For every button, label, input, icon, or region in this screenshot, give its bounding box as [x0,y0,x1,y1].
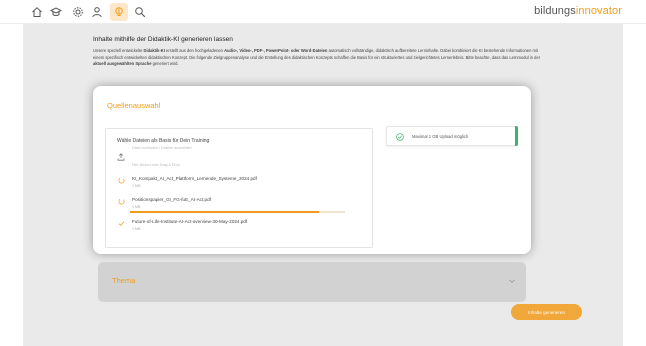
notice-status-bar [515,126,518,146]
upload-progress-fill [130,211,320,213]
upload-icon[interactable] [117,153,125,161]
upload-hint: Datei hochladen / Dateien auswählen [132,146,192,150]
generate-content-button[interactable]: Inhalte generieren [511,304,582,320]
gear-icon[interactable] [71,5,85,19]
check-circle-icon [396,133,404,141]
upload-progress-bar [130,211,345,213]
file-upload-dropzone[interactable]: Wähle Dateien als Basis für Dein Trainin… [105,128,373,248]
source-selection-card: Quellenauswahl Wähle Dateien als Basis f… [93,86,531,254]
brand-part2: innovator [575,5,622,17]
chevron-down-icon[interactable] [508,277,516,285]
file-uploading-icon [118,198,125,205]
page-title: Inhalte mithilfe der Didaktik-KI generie… [93,36,233,43]
file-size: 1 MB [132,184,141,188]
brand-part1: bildungs [534,5,576,17]
source-selection-title: Quellenauswahl [107,101,161,110]
user-icon[interactable] [90,5,104,19]
file-name: KI_Kompakt_AI_Act_Plattform_Lernende_Sys… [132,176,257,181]
theme-accordion[interactable]: Thema [98,262,526,302]
search-icon[interactable] [133,5,147,19]
top-navigation-bar: bildungsinnovator [0,0,646,24]
home-icon[interactable] [30,5,44,19]
drop-hint: Hier klicken oder Drag & Drop [132,163,180,167]
intro-text: Unsere speziell entwickelte Didaktik-KI … [93,48,541,67]
check-icon [118,221,125,226]
file-size: 1 MB [132,205,141,209]
theme-title: Thema [112,276,136,285]
brand-logo: bildungsinnovator [534,5,622,17]
file-name: Future-of-Life-Institute-AI-Act-overview… [132,219,248,224]
bulb-icon[interactable] [110,3,128,21]
graduation-cap-icon[interactable] [49,5,63,19]
notice-text: Maximal 1 GB Upload möglich [412,134,469,139]
upload-label: Wähle Dateien als Basis für Dein Trainin… [117,138,210,144]
upload-limit-notice: Maximal 1 GB Upload möglich [386,126,518,146]
file-uploading-icon [118,177,125,184]
file-size: 1 MB [132,227,141,231]
file-name: Positionspapier_GI_FG-fuE_AI-Act.pdf [132,197,211,202]
